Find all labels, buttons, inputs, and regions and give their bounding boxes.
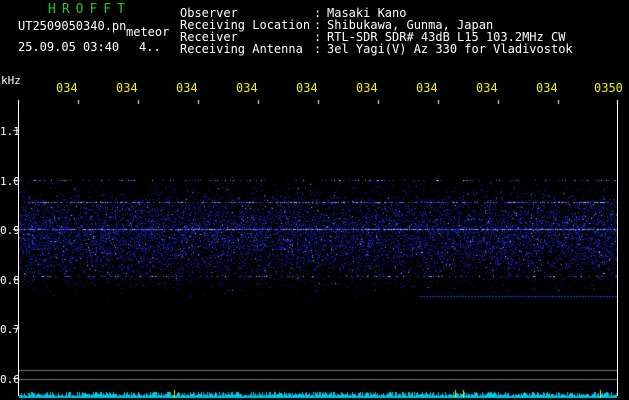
meteor-tag: meteor xyxy=(126,25,170,39)
y-tick-label: 0.6 xyxy=(0,373,20,386)
filename-label: UT2509050340.pn xyxy=(18,19,127,33)
frequency-unit: kHz xyxy=(1,74,21,87)
x-tick-label: 034 xyxy=(416,81,438,95)
x-tick-label: 034 xyxy=(536,81,558,95)
x-tick-label: 034 xyxy=(296,81,318,95)
datetime-label: 25.09.05 03:40 xyxy=(18,40,120,54)
x-tick-label: 034 xyxy=(116,81,138,95)
x-tick-label: 0350 xyxy=(594,81,623,95)
y-tick-label: 0.9 xyxy=(0,224,20,237)
antenna-label: Receiving Antenna xyxy=(180,42,303,56)
y-tick-label: 0.8 xyxy=(0,274,20,287)
antenna-value: 3el Yagi(V) Az 330 for Vladivostok xyxy=(327,42,573,56)
x-tick-label: 034 xyxy=(56,81,78,95)
y-tick-label: 0.7 xyxy=(0,323,20,336)
y-tick-label: 1.1 xyxy=(0,125,20,138)
x-tick-label: 034 xyxy=(176,81,198,95)
y-tick-label: 1.0 xyxy=(0,175,20,188)
x-tick-label: 034 xyxy=(236,81,258,95)
brand-title: HROFFT xyxy=(48,2,131,17)
channel-label: 4.. xyxy=(139,40,161,54)
x-tick-label: 034 xyxy=(476,81,498,95)
antenna-colon: : xyxy=(314,42,322,56)
x-tick-label: 034 xyxy=(356,81,378,95)
plot-frame xyxy=(18,100,618,396)
